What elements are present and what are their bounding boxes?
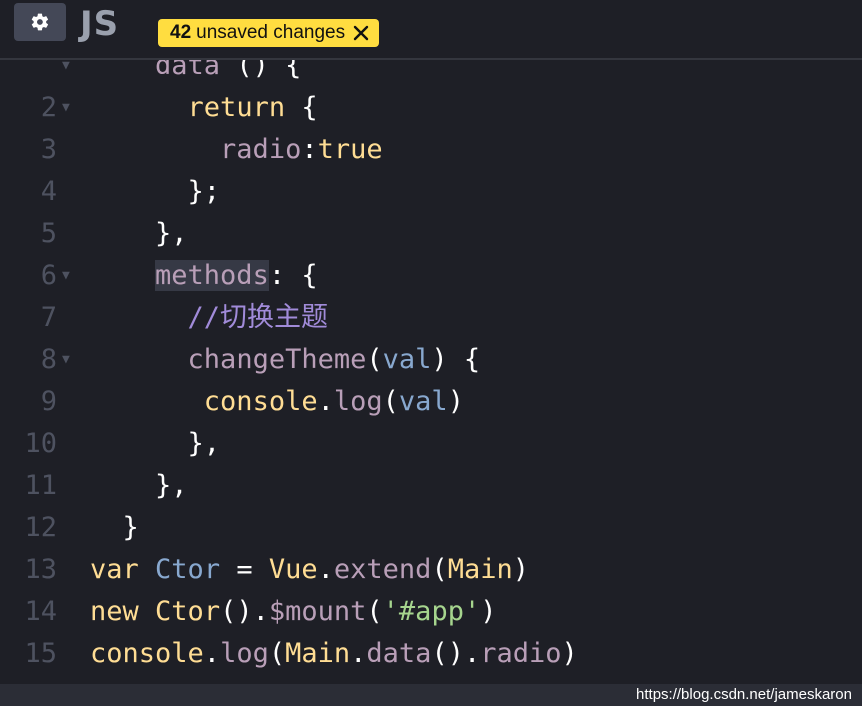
watermark-text: https://blog.csdn.net/jameskaron (636, 686, 852, 703)
fold-triangle-icon[interactable]: ▼ (62, 255, 70, 297)
code-line: 5 }; (0, 171, 862, 249)
code-line: 8 //切换主题 (0, 297, 862, 375)
code-line: 16 console.log(Main.data().radio) (0, 633, 862, 684)
code-line: 6 }, (0, 213, 862, 291)
line-code: //切换主题 (187, 302, 329, 333)
code-editor[interactable]: 2 ▼ data () { 3 ▼ return { 4 radio:true … (0, 60, 862, 684)
line-code: new Ctor().$mount('#app') (90, 596, 497, 627)
code-line: 7 ▼ methods: { (0, 255, 862, 333)
unsaved-changes-badge: 42 unsaved changes (158, 19, 380, 47)
code-line: 9 ▼ changeTheme(val) { (0, 339, 862, 417)
code-line: 12 }, (0, 465, 862, 543)
line-code: }, (155, 470, 188, 501)
editor-header: JS 42 unsaved changes (0, 0, 862, 60)
fold-triangle-icon[interactable]: ▼ (62, 60, 70, 87)
unsaved-count: 42 (170, 22, 192, 43)
language-label: JS (80, 4, 120, 44)
fold-triangle-icon[interactable]: ▼ (62, 87, 70, 129)
settings-button[interactable] (14, 3, 66, 41)
line-code: }, (187, 428, 221, 459)
line-code: changeTheme(val) { (187, 344, 481, 375)
line-code: return { (187, 92, 318, 123)
code-line: 15 new Ctor().$mount('#app') (0, 591, 862, 669)
code-line: 2 ▼ data () { (0, 60, 862, 123)
code-line: 4 radio:true (0, 129, 862, 207)
gear-icon (31, 13, 49, 31)
line-number: 16 (0, 675, 57, 684)
dismiss-badge-button[interactable] (353, 25, 369, 41)
line-code: }, (155, 218, 188, 249)
code-line: 10 console.log(val) (0, 381, 862, 459)
line-code: radio:true (220, 134, 383, 165)
close-icon (353, 25, 369, 41)
line-code: methods: { (155, 260, 318, 291)
line-code: console.log(Main.data().radio) (90, 638, 578, 669)
line-code: console.log(val) (203, 386, 464, 417)
code-line: 11 }, (0, 423, 862, 501)
code-line: 3 ▼ return { (0, 87, 862, 165)
code-line: 14 var Ctor = Vue.extend(Main) (0, 549, 862, 627)
unsaved-text: unsaved changes (196, 22, 346, 43)
line-code: } (122, 512, 139, 543)
code-line: 13 } (0, 507, 862, 585)
fold-triangle-icon[interactable]: ▼ (62, 339, 70, 381)
line-code: data () { (155, 60, 302, 81)
line-code: }; (187, 176, 221, 207)
line-code: var Ctor = Vue.extend(Main) (90, 554, 530, 585)
editor-footer: https://blog.csdn.net/jameskaron (0, 684, 862, 706)
